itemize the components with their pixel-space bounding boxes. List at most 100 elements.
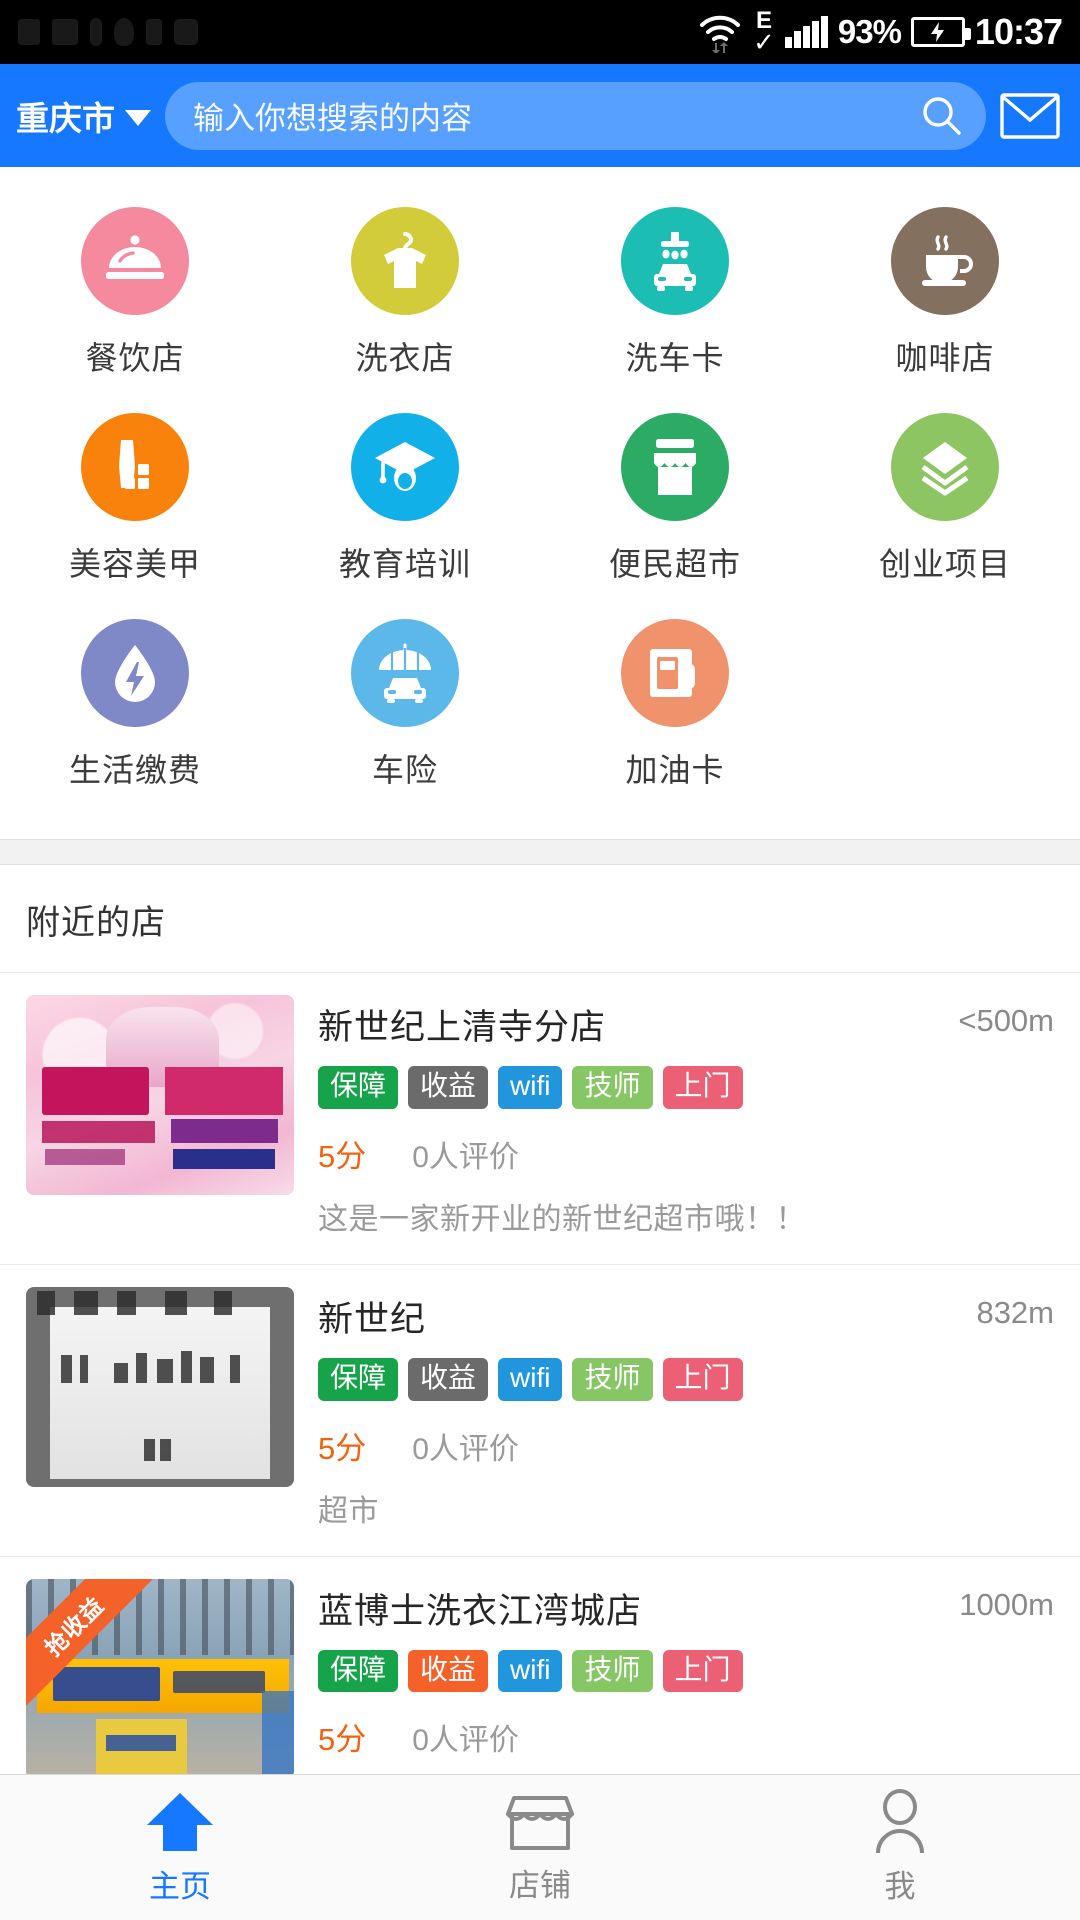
- wifi-icon: [697, 11, 743, 53]
- shop-icon: [506, 1796, 574, 1850]
- store-distance: 832m: [976, 1294, 1054, 1330]
- nearby-section-header: 附近的店: [0, 865, 1080, 973]
- car-umbrella-icon: [351, 619, 459, 727]
- store-tag: wifi: [498, 1357, 563, 1401]
- food-cloche-icon: [81, 207, 189, 315]
- store-description: 超市: [318, 1494, 379, 1528]
- store-tag: 上门: [662, 1357, 743, 1401]
- store-tag: 保障: [318, 1066, 399, 1109]
- tab-label: 店铺: [509, 1868, 571, 1903]
- city-name: 重庆市: [16, 99, 115, 137]
- section-divider: [0, 839, 1080, 865]
- store-tag: 收益: [408, 1357, 489, 1401]
- category-grid-card: 餐饮店 洗衣店 洗车卡 咖啡店 美容美甲 教育培训 便民超市 创业项目 生活缴费…: [0, 167, 1080, 839]
- battery-percent-label: 93%: [837, 13, 902, 50]
- category-label: 便民超市: [608, 546, 741, 582]
- store-tag: wifi: [498, 1649, 563, 1693]
- store-list-item[interactable]: 抢收益 蓝博士洗衣江湾城店 1000m 保障 收益 wifi 技师 上门 5分 …: [0, 1557, 1080, 1806]
- store-thumbnail: [26, 1286, 294, 1487]
- store-tag: 技师: [572, 1649, 653, 1693]
- store-review-count: 0人评价: [412, 1140, 519, 1174]
- store-tag: 技师: [572, 1357, 653, 1401]
- graduation-cap-icon: [351, 413, 459, 521]
- category-item-coffee[interactable]: 咖啡店: [810, 193, 1080, 393]
- car-wash-icon: [621, 207, 729, 315]
- store-tag-list: 保障 收益 wifi 技师 上门: [318, 1066, 1054, 1109]
- category-item-supermarket[interactable]: 便民超市: [540, 399, 810, 599]
- category-item-startup[interactable]: 创业项目: [810, 399, 1080, 599]
- category-item-food[interactable]: 餐饮店: [0, 193, 270, 393]
- status-bar-clock: 10:37: [974, 11, 1063, 52]
- category-item-car-insurance[interactable]: 车险: [270, 605, 540, 805]
- store-score: 5分: [318, 1138, 367, 1174]
- store-thumbnail: [26, 995, 294, 1195]
- status-bar-notification-icons: [14, 18, 687, 46]
- store-tag: 上门: [662, 1649, 743, 1693]
- category-label: 餐饮店: [85, 340, 185, 376]
- category-label: 教育培训: [338, 546, 471, 582]
- bottom-tab-bar: 主页 店铺 我: [0, 1774, 1080, 1920]
- store-tag-list: 保障 收益 wifi 技师 上门: [318, 1357, 1054, 1401]
- category-label: 咖啡店: [895, 340, 995, 376]
- store-tag: wifi: [498, 1066, 563, 1109]
- category-item-laundry[interactable]: 洗衣店: [270, 193, 540, 393]
- tab-label: 我: [884, 1869, 916, 1904]
- tab-home[interactable]: 主页: [0, 1775, 360, 1920]
- search-icon[interactable]: [918, 92, 966, 140]
- store-description: 这是一家新开业的新世纪超市哦！！: [318, 1202, 806, 1236]
- store-tag: 收益: [408, 1649, 489, 1693]
- signal-bars-icon: [784, 16, 828, 48]
- category-label: 洗车卡: [625, 340, 725, 376]
- store-tag: 收益: [408, 1066, 489, 1109]
- store-name: 蓝博士洗衣江湾城店: [318, 1591, 643, 1631]
- store-tag: 保障: [318, 1649, 399, 1693]
- laundry-shirt-icon: [351, 207, 459, 315]
- store-name: 新世纪: [318, 1299, 427, 1339]
- category-label: 生活缴费: [68, 752, 201, 788]
- store-list-item[interactable]: 新世纪上清寺分店 <500m 保障 收益 wifi 技师 上门 5分 0人评价 …: [0, 973, 1080, 1265]
- store-name: 新世纪上清寺分店: [318, 1008, 607, 1047]
- category-label: 洗衣店: [355, 340, 455, 376]
- store-review-count: 0人评价: [412, 1724, 519, 1758]
- category-item-education[interactable]: 教育培训: [270, 399, 540, 599]
- cosmetics-icon: [81, 413, 189, 521]
- store-thumbnail: 抢收益: [26, 1578, 294, 1779]
- chevron-down-icon: [125, 109, 151, 126]
- category-grid: 餐饮店 洗衣店 洗车卡 咖啡店 美容美甲 教育培训 便民超市 创业项目 生活缴费…: [0, 193, 1080, 805]
- search-placeholder: 输入你想搜索的内容: [193, 101, 472, 136]
- category-label: 创业项目: [878, 546, 1011, 582]
- category-label: 加油卡: [625, 752, 725, 788]
- fuel-pump-icon: [621, 619, 729, 727]
- layers-icon: [891, 413, 999, 521]
- category-item-carwash[interactable]: 洗车卡: [540, 193, 810, 393]
- person-icon: [876, 1789, 924, 1854]
- section-title: 附近的店: [26, 904, 166, 942]
- network-type-icon: E ✓: [753, 9, 775, 56]
- tab-profile[interactable]: 我: [720, 1775, 1080, 1920]
- store-list-item[interactable]: 新世纪 832m 保障 收益 wifi 技师 上门 5分 0人评价 超市: [0, 1265, 1080, 1557]
- city-selector[interactable]: 重庆市: [16, 92, 151, 140]
- category-label: 车险: [371, 752, 438, 788]
- store-review-count: 0人评价: [412, 1432, 519, 1466]
- app-header: 重庆市 输入你想搜索的内容: [0, 64, 1080, 167]
- battery-charging-icon: [910, 17, 971, 47]
- status-bar: E ✓ 93% 10:37: [0, 0, 1080, 64]
- mail-icon[interactable]: [1000, 92, 1060, 139]
- store-tag-list: 保障 收益 wifi 技师 上门: [318, 1649, 1054, 1693]
- store-tag: 保障: [318, 1357, 399, 1401]
- home-arrow-icon: [147, 1793, 213, 1851]
- category-item-utilities[interactable]: 生活缴费: [0, 605, 270, 805]
- store-score: 5分: [318, 1722, 367, 1758]
- store-tag: 上门: [662, 1066, 743, 1109]
- search-input[interactable]: 输入你想搜索的内容: [165, 81, 986, 150]
- water-drop-bolt-icon: [81, 619, 189, 727]
- store-distance: <500m: [958, 1003, 1054, 1038]
- store-score: 5分: [318, 1430, 367, 1466]
- category-item-fuel-card[interactable]: 加油卡: [540, 605, 810, 805]
- category-label: 美容美甲: [68, 546, 201, 582]
- tab-shop[interactable]: 店铺: [360, 1775, 720, 1920]
- coffee-cup-icon: [891, 207, 999, 315]
- store-distance: 1000m: [959, 1586, 1054, 1622]
- nearby-store-list: 新世纪上清寺分店 <500m 保障 收益 wifi 技师 上门 5分 0人评价 …: [0, 973, 1080, 1806]
- category-item-beauty[interactable]: 美容美甲: [0, 399, 270, 599]
